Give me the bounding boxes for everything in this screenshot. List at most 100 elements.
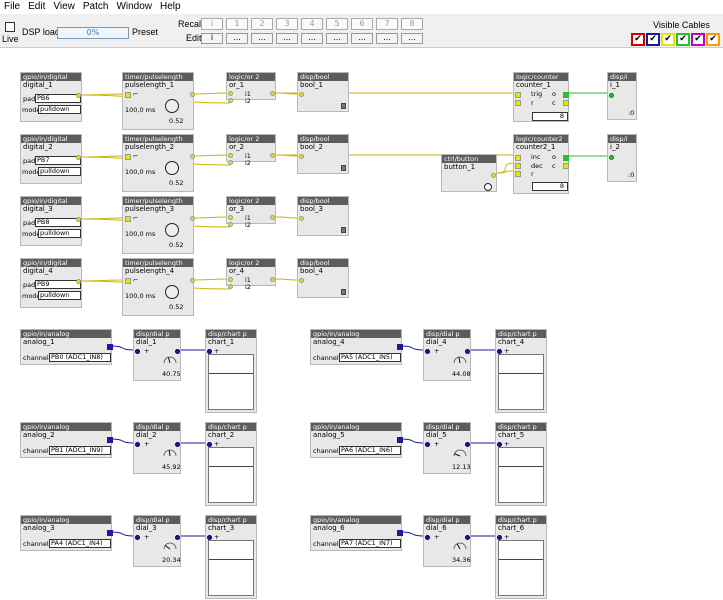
gpio-digital-object[interactable]: gpio/in/digital digital_4 pad PB9 mode pulldo… bbox=[20, 258, 82, 308]
input-pin[interactable] bbox=[425, 535, 430, 540]
preset-edit-button[interactable]: ... bbox=[251, 33, 273, 44]
gpio-analog-object[interactable]: gpio/in/analog analog_2 channel PB1 (ADC1_I… bbox=[20, 422, 113, 458]
button-object[interactable]: ctrl/button button_1 bbox=[441, 154, 497, 192]
preset-recall-button[interactable]: 2 bbox=[251, 18, 273, 30]
mode-select[interactable]: pulldown bbox=[38, 105, 81, 114]
cable-visibility-checkbox[interactable]: ✔ bbox=[646, 33, 660, 46]
output-pin[interactable] bbox=[76, 217, 81, 222]
pulselength-object[interactable]: timer/pulselength pulselength_4 ⌐ 100,0 ms 0… bbox=[122, 258, 195, 316]
mode-select[interactable]: pulldown bbox=[38, 229, 81, 238]
output-outlet[interactable] bbox=[107, 530, 113, 536]
preset-recall-button[interactable]: 5 bbox=[326, 18, 348, 30]
preset-edit-button[interactable]: ... bbox=[326, 33, 348, 44]
output-outlet[interactable] bbox=[397, 344, 403, 350]
input-pin[interactable] bbox=[425, 442, 430, 447]
output-pin[interactable] bbox=[190, 92, 195, 97]
preset-edit-button[interactable]: ... bbox=[376, 33, 398, 44]
preset-recall-button[interactable]: 3 bbox=[276, 18, 298, 30]
inc-inlet[interactable] bbox=[515, 155, 521, 161]
cable-visibility-checkbox[interactable]: ✔ bbox=[706, 33, 720, 46]
mode-select[interactable]: pulldown bbox=[38, 167, 81, 176]
gpio-analog-object[interactable]: gpio/in/analog analog_4 channel PA5 (ADC1_I… bbox=[310, 329, 403, 365]
output-outlet[interactable] bbox=[107, 437, 113, 443]
dial-display-object[interactable]: disp/dial p dial_2 +45.92 bbox=[133, 422, 181, 474]
output-pin[interactable] bbox=[270, 277, 275, 282]
bool-display-object[interactable]: disp/bool bool_3 bbox=[297, 196, 349, 236]
preset-recall-button[interactable]: i bbox=[201, 18, 223, 30]
pad-select[interactable]: PB7 bbox=[35, 156, 81, 165]
channel-select[interactable]: PB0 (ADC1_IN8) bbox=[49, 353, 111, 362]
output-pin[interactable] bbox=[190, 154, 195, 159]
carry-outlet[interactable] bbox=[563, 163, 569, 169]
or-gate-object[interactable]: logic/or 2 or_3 i1 i2 bbox=[226, 196, 276, 229]
int-display-object[interactable]: disp/i i_1:0 bbox=[607, 72, 637, 120]
preset-recall-button[interactable]: 6 bbox=[351, 18, 373, 30]
menu-help[interactable]: Help bbox=[156, 0, 185, 14]
or-gate-object[interactable]: logic/or 2 or_1 i1 i2 bbox=[226, 72, 276, 105]
chart-display-object[interactable]: disp/chart p chart_2 + bbox=[205, 422, 257, 506]
pad-select[interactable]: PB8 bbox=[35, 218, 81, 227]
input-pin-i2[interactable] bbox=[228, 284, 233, 289]
output-pin[interactable] bbox=[270, 91, 275, 96]
reset-inlet[interactable] bbox=[515, 100, 521, 106]
chart-display-object[interactable]: disp/chart p chart_3 + bbox=[205, 515, 257, 599]
patch-cable[interactable] bbox=[398, 531, 427, 537]
input-pin[interactable] bbox=[299, 92, 304, 97]
gpio-digital-object[interactable]: gpio/in/digital digital_2 pad PB7 mode pulldo… bbox=[20, 134, 82, 184]
output-outlet[interactable] bbox=[563, 92, 569, 98]
trigger-inlet[interactable] bbox=[125, 216, 131, 222]
length-knob[interactable] bbox=[165, 285, 179, 299]
output-outlet[interactable] bbox=[397, 530, 403, 536]
channel-select[interactable]: PB1 (ADC1_IN9) bbox=[49, 446, 111, 455]
int-display-object[interactable]: disp/i i_2:0 bbox=[607, 134, 637, 182]
preset-edit-button[interactable]: ... bbox=[276, 33, 298, 44]
trigger-inlet[interactable] bbox=[125, 278, 131, 284]
input-pin[interactable] bbox=[299, 278, 304, 283]
input-pin[interactable] bbox=[299, 216, 304, 221]
patch-canvas[interactable]: gpio/in/digital digital_1 pad PB6 mode pulldo… bbox=[0, 48, 723, 600]
dial-display-object[interactable]: disp/dial p dial_1 +40.75 bbox=[133, 329, 181, 381]
chart-display-object[interactable]: disp/chart p chart_6 + bbox=[495, 515, 547, 599]
count-value[interactable]: 8 bbox=[532, 112, 568, 121]
input-pin[interactable] bbox=[135, 535, 140, 540]
preset-recall-button[interactable]: 7 bbox=[376, 18, 398, 30]
preset-edit-button[interactable]: ... bbox=[226, 33, 248, 44]
patch-cable[interactable] bbox=[398, 345, 427, 351]
preset-recall-button[interactable]: 4 bbox=[301, 18, 323, 30]
bool-display-object[interactable]: disp/bool bool_2 bbox=[297, 134, 349, 174]
gpio-analog-object[interactable]: gpio/in/analog analog_6 channel PA7 (ADC1_I… bbox=[310, 515, 403, 551]
output-outlet[interactable] bbox=[397, 437, 403, 443]
preset-recall-button[interactable]: 1 bbox=[226, 18, 248, 30]
carry-outlet[interactable] bbox=[563, 100, 569, 106]
gpio-analog-object[interactable]: gpio/in/analog analog_3 channel PA4 (ADC1_I… bbox=[20, 515, 113, 551]
input-pin-i1[interactable] bbox=[228, 153, 233, 158]
input-pin-i2[interactable] bbox=[228, 222, 233, 227]
channel-select[interactable]: PA5 (ADC1_IN5) bbox=[339, 353, 401, 362]
dial-display-object[interactable]: disp/dial p dial_3 +20.34 bbox=[133, 515, 181, 567]
mode-select[interactable]: pulldown bbox=[38, 291, 81, 300]
patch-cable[interactable] bbox=[191, 154, 231, 157]
cable-visibility-checkbox[interactable]: ✔ bbox=[661, 33, 675, 46]
preset-recall-button[interactable]: 8 bbox=[401, 18, 423, 30]
channel-select[interactable]: PA7 (ADC1_IN7) bbox=[339, 539, 401, 548]
input-pin-i1[interactable] bbox=[228, 91, 233, 96]
channel-select[interactable]: PA4 (ADC1_IN4) bbox=[49, 539, 111, 548]
menu-view[interactable]: View bbox=[49, 0, 79, 14]
patch-cable[interactable] bbox=[191, 92, 231, 95]
menu-file[interactable]: File bbox=[0, 0, 24, 14]
trig-inlet[interactable] bbox=[515, 92, 521, 98]
patch-cable[interactable] bbox=[191, 216, 231, 219]
input-pin[interactable] bbox=[609, 155, 614, 160]
bool-display-object[interactable]: disp/bool bool_1 bbox=[297, 72, 349, 112]
input-pin[interactable] bbox=[299, 154, 304, 159]
or-gate-object[interactable]: logic/or 2 or_2 i1 i2 bbox=[226, 134, 276, 167]
patch-cable[interactable] bbox=[108, 345, 137, 351]
gpio-digital-object[interactable]: gpio/in/digital digital_3 pad PB8 mode pulldo… bbox=[20, 196, 82, 246]
channel-select[interactable]: PA6 (ADC1_IN6) bbox=[339, 446, 401, 455]
output-pin[interactable] bbox=[76, 93, 81, 98]
pad-select[interactable]: PB6 bbox=[35, 94, 81, 103]
length-knob[interactable] bbox=[165, 161, 179, 175]
cable-visibility-checkbox[interactable]: ✔ bbox=[631, 33, 645, 46]
menu-window[interactable]: Window bbox=[112, 0, 156, 14]
dial-display-object[interactable]: disp/dial p dial_4 +44.08 bbox=[423, 329, 471, 381]
